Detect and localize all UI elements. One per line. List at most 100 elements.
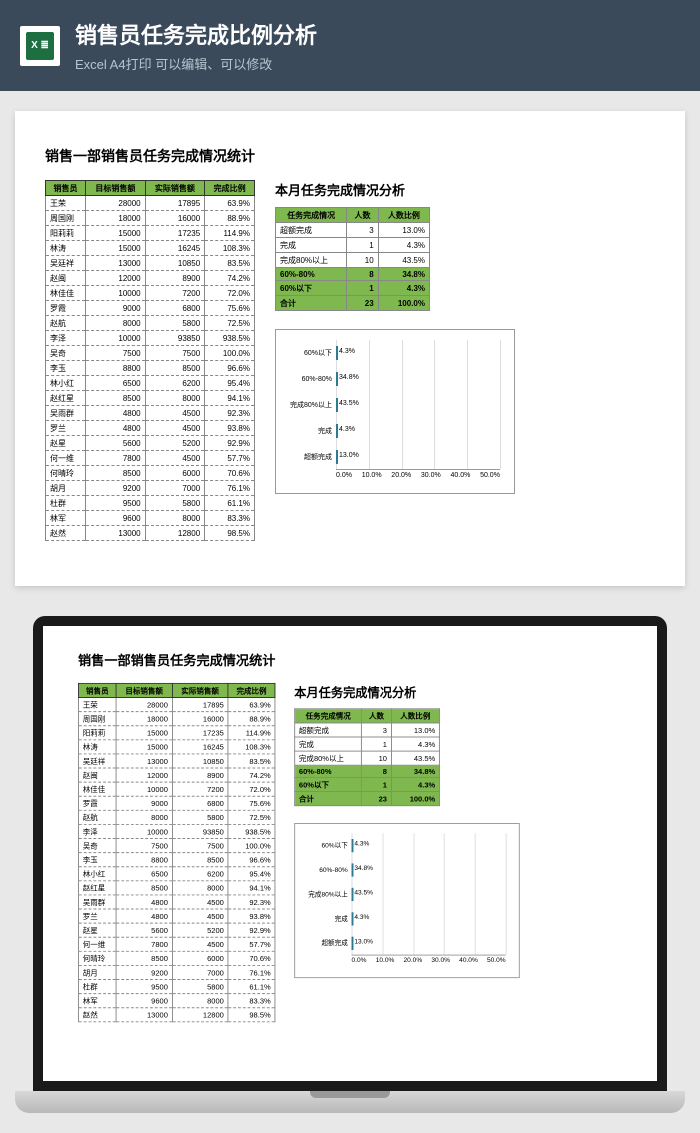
table-row: 完成80%以上1043.5% <box>276 253 430 268</box>
chart-bar: 60%-80%34.8% <box>352 863 354 876</box>
sales-table: 销售员目标销售额实际销售额完成比例 王荣280001789563.9%周国刚18… <box>78 683 275 1022</box>
table-row: 合计23100.0% <box>295 792 440 806</box>
table-row: 超额完成313.0% <box>276 223 430 238</box>
watermark: 菜鸟图库 <box>324 960 376 979</box>
table-row: 赵红星8500800094.1% <box>46 391 255 406</box>
col-header: 目标销售额 <box>86 181 146 196</box>
excel-icon: X ≣ <box>20 26 60 66</box>
col-header: 目标销售额 <box>116 683 172 697</box>
table-row: 杜群9500580061.1% <box>78 980 274 994</box>
table-row: 60%-80%834.8% <box>276 268 430 281</box>
app-header: X ≣ 销售员任务完成比例分析 Excel A4打印 可以编辑、可以修改 <box>0 0 700 91</box>
col-header: 销售员 <box>78 683 116 697</box>
table-row: 60%-80%834.8% <box>295 765 440 777</box>
col-header: 实际销售额 <box>172 683 228 697</box>
table-row: 吴廷祥130001085083.5% <box>46 256 255 271</box>
table-row: 赵然130001280098.5% <box>46 526 255 541</box>
table-row: 赵航8000580072.5% <box>46 316 255 331</box>
summary-table: 任务完成情况人数人数比例 超额完成313.0%完成14.3%完成80%以上104… <box>294 708 440 806</box>
chart-bar: 完成4.3% <box>352 912 354 925</box>
col-header: 完成比例 <box>205 181 255 196</box>
table-row: 林佳佳10000720072.0% <box>78 782 274 796</box>
completion-chart: 60%以下4.3% 60%-80%34.8% 完成80%以上43.5% 完成4.3% 超… <box>294 823 520 978</box>
table-row: 林涛1500016245108.3% <box>78 740 274 754</box>
table-row: 林小红6500620095.4% <box>78 867 274 881</box>
table-row: 罗霞9000680075.6% <box>46 301 255 316</box>
table-row: 合计23100.0% <box>276 296 430 311</box>
table-row: 胡月9200700076.1% <box>78 965 274 979</box>
table-row: 赵星5600520092.9% <box>78 923 274 937</box>
table-row: 吴廷祥130001085083.5% <box>78 754 274 768</box>
table-row: 周国刚180001600088.9% <box>46 211 255 226</box>
col-header: 销售员 <box>46 181 86 196</box>
col-header: 实际销售额 <box>145 181 205 196</box>
table-row: 超额完成313.0% <box>295 723 440 737</box>
chart-bar: 完成4.3% <box>336 424 338 438</box>
table-row: 完成14.3% <box>276 238 430 253</box>
table-row: 赵然130001280098.5% <box>78 1008 274 1022</box>
table-row: 赵星5600520092.9% <box>46 436 255 451</box>
chart-bar: 60%以下4.3% <box>352 839 354 852</box>
chart-bar: 60%-80%34.8% <box>336 372 338 386</box>
table-row: 60%以下14.3% <box>295 777 440 791</box>
table-row: 林佳佳10000720072.0% <box>46 286 255 301</box>
table-row: 罗霞9000680075.6% <box>78 796 274 810</box>
page-title: 销售一部销售员任务完成情况统计 <box>45 146 655 166</box>
table-row: 李泽1000093850938.5% <box>46 331 255 346</box>
table-row: 赵闽12000890074.2% <box>78 768 274 782</box>
analysis-title: 本月任务完成情况分析 <box>294 683 589 701</box>
table-row: 赵红星8500800094.1% <box>78 881 274 895</box>
col-header: 任务完成情况 <box>295 709 362 723</box>
laptop-mockup: 销售一部销售员任务完成情况统计 销售员目标销售额实际销售额完成比例 王荣2800… <box>15 616 685 1113</box>
col-header: 人数比例 <box>391 709 439 723</box>
table-row: 阳莉莉1500017235114.9% <box>78 726 274 740</box>
header-subtitle: Excel A4打印 可以编辑、可以修改 <box>75 54 317 73</box>
col-header: 人数 <box>347 208 378 223</box>
table-row: 阳莉莉1500017235114.9% <box>46 226 255 241</box>
table-row: 赵闽12000890074.2% <box>46 271 255 286</box>
summary-table: 任务完成情况人数人数比例 超额完成313.0%完成14.3%完成80%以上104… <box>275 207 430 311</box>
table-row: 林军9600800083.3% <box>46 511 255 526</box>
table-row: 王荣280001789563.9% <box>46 196 255 211</box>
table-row: 吴奇75007500100.0% <box>78 839 274 853</box>
table-row: 李玉8800850096.6% <box>46 361 255 376</box>
chart-bar: 完成80%以上43.5% <box>336 398 338 412</box>
table-row: 何一维7800450057.7% <box>78 937 274 951</box>
table-row: 吴奇75007500100.0% <box>46 346 255 361</box>
sales-table: 销售员目标销售额实际销售额完成比例 王荣280001789563.9%周国刚18… <box>45 180 255 541</box>
col-header: 任务完成情况 <box>276 208 347 223</box>
table-row: 吴雨群4800450092.3% <box>78 895 274 909</box>
table-row: 罗兰4800450093.8% <box>78 909 274 923</box>
table-row: 60%以下14.3% <box>276 281 430 296</box>
table-row: 完成80%以上1043.5% <box>295 751 440 765</box>
summary-header-row: 任务完成情况人数人数比例 <box>276 208 430 223</box>
col-header: 完成比例 <box>228 683 275 697</box>
table-row: 何晴玲8500600070.6% <box>46 466 255 481</box>
table-row: 胡月9200700076.1% <box>46 481 255 496</box>
chart-bar: 超额完成13.0% <box>352 937 354 950</box>
chart-bar: 完成80%以上43.5% <box>352 888 354 901</box>
table-row: 李玉8800850096.6% <box>78 853 274 867</box>
table-row: 林军9600800083.3% <box>78 994 274 1008</box>
chart-bar: 超额完成13.0% <box>336 450 338 464</box>
sales-header-row: 销售员目标销售额实际销售额完成比例 <box>46 181 255 196</box>
table-row: 林涛1500016245108.3% <box>46 241 255 256</box>
analysis-title: 本月任务完成情况分析 <box>275 180 655 199</box>
page-title: 销售一部销售员任务完成情况统计 <box>78 651 589 670</box>
table-row: 周国刚180001600088.9% <box>78 712 274 726</box>
header-title: 销售员任务完成比例分析 <box>75 18 317 50</box>
table-row: 何晴玲8500600070.6% <box>78 951 274 965</box>
col-header: 人数比例 <box>378 208 429 223</box>
page-preview-1: 销售一部销售员任务完成情况统计 销售员目标销售额实际销售额完成比例 王荣2800… <box>15 111 685 586</box>
completion-chart: 60%以下4.3% 60%-80%34.8% 完成80%以上43.5% 完成4.3% 超… <box>275 329 515 494</box>
table-row: 完成14.3% <box>295 737 440 751</box>
table-row: 李泽1000093850938.5% <box>78 824 274 838</box>
table-row: 罗兰4800450093.8% <box>46 421 255 436</box>
chart-bar: 60%以下4.3% <box>336 346 338 360</box>
table-row: 何一维7800450057.7% <box>46 451 255 466</box>
table-row: 杜群9500580061.1% <box>46 496 255 511</box>
table-row: 林小红6500620095.4% <box>46 376 255 391</box>
table-row: 赵航8000580072.5% <box>78 810 274 824</box>
col-header: 人数 <box>362 709 391 723</box>
table-row: 吴雨群4800450092.3% <box>46 406 255 421</box>
